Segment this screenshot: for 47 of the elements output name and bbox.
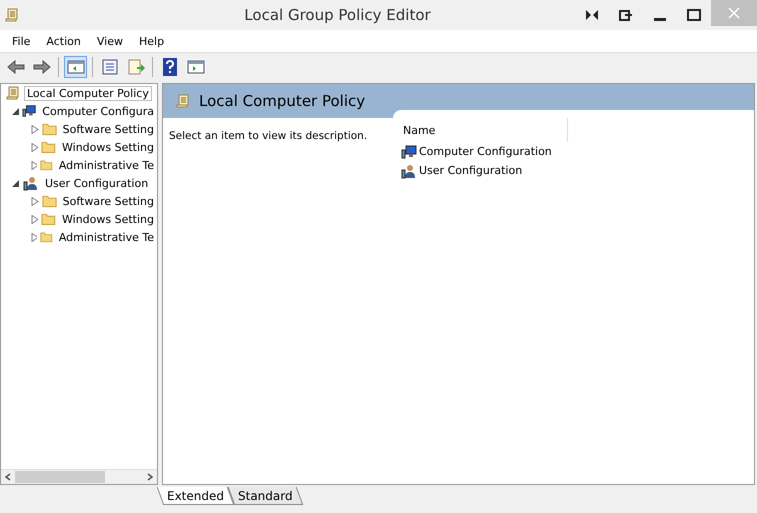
collapse-icon[interactable] — [12, 106, 20, 116]
folder-icon — [40, 230, 53, 244]
expand-icon[interactable] — [31, 232, 38, 242]
computer-icon — [22, 103, 36, 119]
scroll-icon — [175, 93, 191, 109]
tree-item[interactable]: Administrative Te — [56, 158, 157, 172]
folder-icon — [41, 212, 56, 226]
tab[interactable]: Extended — [156, 487, 234, 505]
menu-item[interactable]: Action — [38, 34, 89, 48]
tree-item[interactable]: Windows Setting — [59, 140, 157, 154]
scroll-icon — [5, 85, 21, 101]
menu-item[interactable]: File — [4, 34, 38, 48]
maximize-icon — [687, 9, 701, 21]
close-icon — [728, 7, 740, 19]
list-item[interactable]: Computer Configuration — [419, 145, 552, 158]
app-icon — [4, 7, 20, 23]
tree-item[interactable]: Software Setting — [60, 122, 157, 136]
expand-icon[interactable] — [31, 160, 38, 170]
header-title: Local Computer Policy — [199, 92, 366, 110]
folder-icon — [42, 194, 57, 208]
expand-icon[interactable] — [31, 124, 39, 134]
tree-item[interactable]: User Configuration — [42, 176, 152, 190]
horizontal-scrollbar[interactable] — [1, 469, 157, 484]
expand-icon[interactable] — [31, 214, 38, 224]
expand-icon[interactable] — [31, 196, 39, 206]
tree-item[interactable]: Software Setting — [60, 194, 157, 208]
computer-icon — [401, 144, 417, 160]
tree-item[interactable]: Administrative Te — [56, 230, 157, 244]
expand-icon[interactable] — [31, 142, 38, 152]
folder-icon — [41, 140, 56, 154]
tree-item[interactable]: Windows Setting — [59, 212, 157, 226]
description-text: Select an item to view its description. — [168, 129, 368, 144]
menu-item[interactable]: Help — [130, 34, 172, 48]
user-icon — [23, 175, 39, 191]
tree-item[interactable]: Local Computer Policy — [24, 86, 152, 100]
tab[interactable]: Standard — [228, 487, 303, 505]
window-title: Local Group Policy Editor — [243, 6, 432, 24]
folder-icon — [42, 122, 57, 136]
tree-item[interactable]: Computer Configura — [39, 104, 157, 118]
menu-item[interactable]: View — [88, 34, 131, 48]
minimize-icon — [654, 18, 666, 21]
tree-toggle-button[interactable] — [64, 56, 87, 78]
user-icon — [401, 162, 417, 178]
column-header[interactable]: Name — [403, 124, 436, 136]
collapse-icon[interactable] — [12, 178, 20, 188]
folder-icon — [40, 158, 53, 172]
list-item[interactable]: User Configuration — [419, 164, 522, 177]
